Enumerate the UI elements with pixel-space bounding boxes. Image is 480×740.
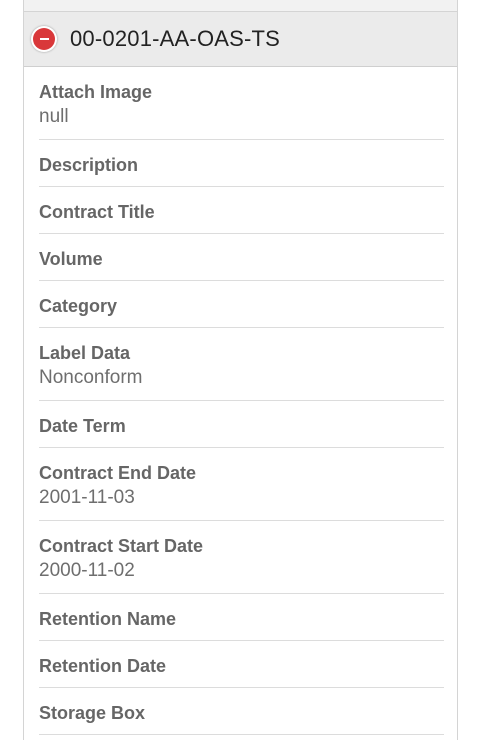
record-header[interactable]: 00-0201-AA-OAS-TS bbox=[24, 12, 457, 67]
field-label: Category bbox=[39, 296, 118, 316]
field-list: Attach Image null Description Contract T… bbox=[24, 67, 457, 735]
minus-circle-icon bbox=[33, 28, 55, 50]
field-label: Volume bbox=[39, 249, 103, 269]
field-volume: Volume bbox=[39, 234, 444, 281]
previous-item-strip bbox=[24, 0, 457, 12]
field-date-term: Date Term bbox=[39, 401, 444, 448]
field-label: Date Term bbox=[39, 416, 126, 436]
field-label-data: Label Data Nonconform bbox=[39, 328, 444, 401]
field-contract-start-date: Contract Start Date 2000-11-02 bbox=[39, 521, 444, 594]
field-label: Description bbox=[39, 155, 139, 175]
field-value: Nonconform bbox=[39, 367, 143, 388]
field-storage-box: Storage Box bbox=[39, 688, 444, 735]
field-label: Label Data bbox=[39, 343, 131, 363]
field-contract-title: Contract Title bbox=[39, 187, 444, 234]
field-label: Retention Date bbox=[39, 656, 167, 676]
field-label: Contract End Date bbox=[39, 463, 197, 483]
collapse-button[interactable] bbox=[31, 26, 57, 52]
field-value: null bbox=[39, 106, 69, 127]
field-label: Attach Image bbox=[39, 82, 153, 102]
field-value: 2001-11-03 bbox=[39, 487, 135, 508]
field-retention-date: Retention Date bbox=[39, 641, 444, 688]
field-label: Storage Box bbox=[39, 703, 146, 723]
field-label: Contract Start Date bbox=[39, 536, 204, 556]
field-category: Category bbox=[39, 281, 444, 328]
field-value: 2000-11-02 bbox=[39, 560, 135, 581]
field-description: Description bbox=[39, 140, 444, 187]
field-attach-image: Attach Image null bbox=[39, 67, 444, 140]
field-label: Retention Name bbox=[39, 609, 177, 629]
field-label: Contract Title bbox=[39, 202, 155, 222]
minus-icon bbox=[39, 38, 49, 40]
record-panel: 00-0201-AA-OAS-TS Attach Image null Desc… bbox=[23, 0, 458, 740]
field-contract-end-date: Contract End Date 2001-11-03 bbox=[39, 448, 444, 521]
field-retention-name: Retention Name bbox=[39, 594, 444, 641]
record-title: 00-0201-AA-OAS-TS bbox=[70, 26, 281, 51]
